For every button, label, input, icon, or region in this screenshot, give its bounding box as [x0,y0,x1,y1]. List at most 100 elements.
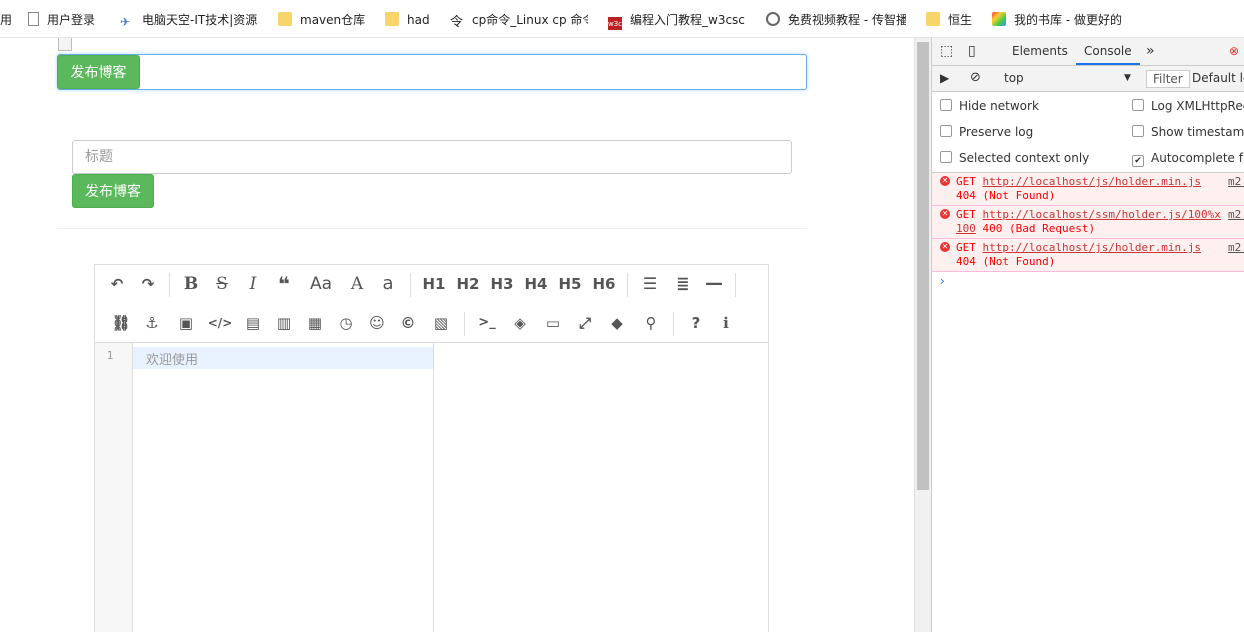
unordered-list-icon[interactable]: ☰ [637,271,663,297]
checkbox[interactable] [940,125,952,137]
error-icon: ✕ [940,242,950,252]
error-icon: ✕ [940,209,950,219]
toolbar-row-1: ↶ ↷ B S I ❝ Aa A a H1 H2 H3 H4 H5 H6 ☰ ≣… [95,265,768,303]
code-icon[interactable]: </> [207,310,233,336]
ordered-list-icon[interactable]: ≣ [670,271,696,297]
toolbar-separator [169,273,170,297]
lowercase-icon[interactable]: a [375,271,401,297]
italic-icon[interactable]: I [240,271,266,297]
sidebar-toggle-icon[interactable]: ▶ [940,69,949,87]
error-url-link[interactable]: http://localhost/ssm/holder.js/100%x [983,208,1221,221]
watch-icon[interactable]: ◈ [507,310,533,336]
page-scrollbar[interactable] [914,38,931,632]
error-url-link[interactable]: http://localhost/js/holder.min.js [983,175,1202,188]
line-number: 1 [106,349,114,362]
error-source-link[interactable]: m2. [1228,208,1244,221]
html-entities-icon[interactable]: © [395,310,421,336]
console-error: ✕ GET http://localhost/ssm/holder.js/100… [932,206,1244,239]
bookmark-user-login[interactable]: 用户登录 [28,10,95,30]
horizontal-rule-icon[interactable]: — [701,271,727,297]
hide-network-option[interactable]: Hide network [940,97,1039,115]
context-select[interactable]: top [1004,69,1024,87]
console-error: ✕ GET http://localhost/js/holder.min.js … [932,239,1244,272]
table-icon[interactable]: ▦ [302,310,328,336]
console-error: ✕ GET http://localhost/js/holder.min.js … [932,173,1244,206]
tab-console[interactable]: Console [1076,38,1140,65]
checkbox[interactable] [1132,99,1144,111]
pagebreak-icon[interactable]: ▧ [428,310,454,336]
anchor-icon[interactable]: ⚓ [139,310,165,336]
preview-icon[interactable]: ▭ [540,310,566,336]
scrollbar-thumb[interactable] [917,42,929,490]
tab-elements[interactable]: Elements [1012,38,1068,64]
preformatted-icon[interactable]: ▥ [271,310,297,336]
filter-input[interactable]: Filter [1146,70,1190,88]
bookmark-video[interactable]: 免费视频教程 - 传智播 [766,10,906,30]
strikethrough-icon[interactable]: S [209,271,235,297]
checkbox[interactable] [940,99,952,111]
checkbox[interactable] [1132,125,1144,137]
toolbar-separator [673,312,674,336]
error-source-link[interactable]: m2. [1228,241,1244,254]
toolbar-separator [410,273,411,297]
log-xhr-option[interactable]: Log XMLHttpRequ [1132,97,1244,115]
folder-icon [926,12,940,26]
info-icon[interactable]: ℹ [713,310,739,336]
autocomplete-option[interactable]: ✔Autocomplete fro [1132,149,1244,167]
bookmark-maven[interactable]: maven仓库 [278,10,365,30]
bookmark-library[interactable]: 我的书库 - 做更好的 [992,10,1132,30]
show-timestamps-option[interactable]: Show timestamps [1132,123,1244,141]
goto-line-icon[interactable]: >_ [474,310,500,336]
h3-button[interactable]: H3 [487,271,517,297]
preserve-log-option[interactable]: Preserve log [940,123,1033,141]
uppercase-a-icon[interactable]: A [344,271,370,297]
checkbox[interactable] [940,151,952,163]
editor-content[interactable]: 欢迎使用 [146,349,198,368]
devtools-panel: ⬚ ▯ Elements Console » ⊗ ▶ ⊘ top ▼ Filte… [931,38,1244,632]
bookmark-cp-command[interactable]: 令 cp命令_Linux cp 命令 [450,10,588,30]
fullscreen-icon[interactable]: ⤢ [572,310,598,336]
link-icon[interactable]: ⛓ [108,310,134,336]
clear-console-icon[interactable]: ⊘ [970,69,981,87]
bookmark-0[interactable]: 用 [0,10,12,30]
bookmark-had[interactable]: had [385,10,430,30]
h1-button[interactable]: H1 [419,271,449,297]
bookmark-w3c[interactable]: w3c 编程入门教程_w3csc [608,10,746,30]
emoji-icon[interactable]: ☺ [364,310,390,336]
error-count-icon[interactable]: ⊗ [1229,38,1239,64]
title-input[interactable] [72,140,792,174]
publish-button[interactable]: 发布博客 [72,174,154,208]
console-prompt[interactable]: › [940,274,945,288]
redo-icon[interactable]: ↷ [135,271,161,297]
device-icon[interactable]: ▯ [968,38,976,64]
bookmarks-bar: 用 用户登录 ✈ 电脑天空-IT技术|资源 maven仓库 had 令 cp命令_L… [0,0,1244,38]
datetime-icon[interactable]: ◷ [333,310,359,336]
image-icon[interactable]: ▣ [173,310,199,336]
inspect-icon[interactable]: ⬚ [940,38,953,64]
h6-button[interactable]: H6 [589,271,619,297]
more-tabs-icon[interactable]: » [1146,38,1155,64]
code-block-icon[interactable]: ▤ [240,310,266,336]
quote-icon[interactable]: ❝ [271,271,297,297]
chevron-down-icon[interactable]: ▼ [1124,69,1131,87]
top-input-box[interactable] [57,54,807,90]
levels-select[interactable]: Default lev [1192,69,1244,87]
error-url-link[interactable]: http://localhost/js/holder.min.js [983,241,1202,254]
selected-context-option[interactable]: Selected context only [940,149,1089,167]
h4-button[interactable]: H4 [521,271,551,297]
devtools-tabbar: ⬚ ▯ Elements Console » ⊗ [932,38,1244,66]
uppercase-icon[interactable]: Aa [304,271,338,297]
h2-button[interactable]: H2 [453,271,483,297]
bookmark-computer-sky[interactable]: ✈ 电脑天空-IT技术|资源 [120,10,258,30]
help-icon[interactable]: ? [683,310,709,336]
clear-icon[interactable]: ◆ [604,310,630,336]
publish-button-top[interactable]: 发布博客 [57,55,140,89]
h5-button[interactable]: H5 [555,271,585,297]
search-icon[interactable]: ⚲ [638,310,664,336]
bold-icon[interactable]: B [178,271,204,297]
console-toolbar: ▶ ⊘ top ▼ Filter Default lev [932,66,1244,92]
undo-icon[interactable]: ↶ [104,271,130,297]
error-source-link[interactable]: m2. [1228,175,1244,188]
bookmark-hengsheng[interactable]: 恒生 [926,10,972,30]
checkbox-checked[interactable]: ✔ [1132,155,1144,167]
